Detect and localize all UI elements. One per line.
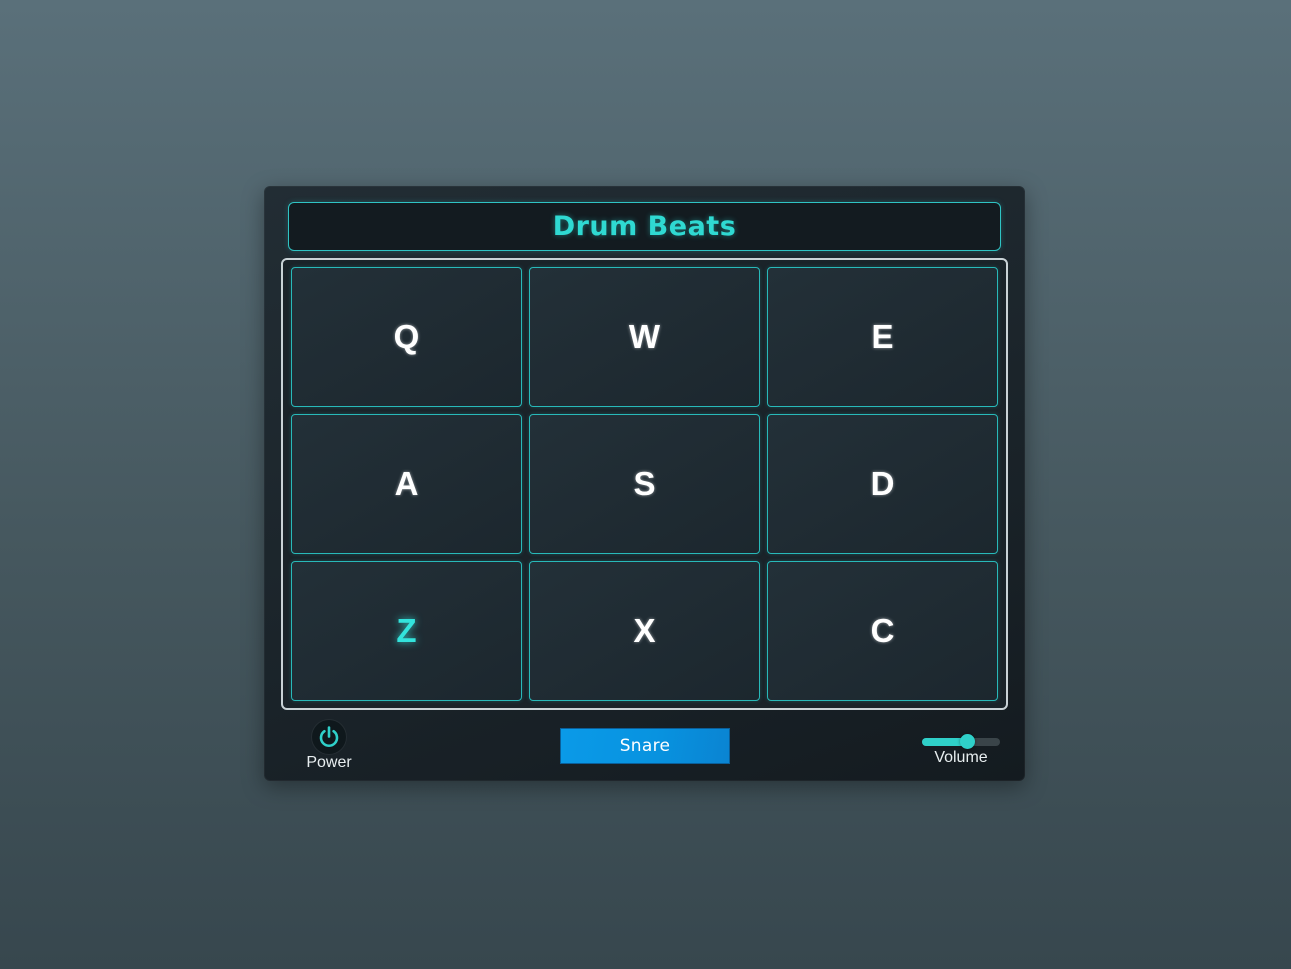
drum-pad-e[interactable]: E bbox=[767, 267, 998, 407]
pad-key-label: D bbox=[870, 465, 895, 502]
pad-key-label: A bbox=[394, 465, 419, 502]
power-icon bbox=[319, 726, 339, 748]
drum-pad-s[interactable]: S bbox=[529, 414, 760, 554]
power-control: Power bbox=[304, 720, 354, 772]
pad-key-label: X bbox=[633, 612, 656, 649]
power-label: Power bbox=[306, 754, 352, 771]
title-bar: Drum Beats bbox=[288, 202, 1001, 251]
control-bar: Power Snare Volume bbox=[264, 716, 1025, 776]
drum-pad-d[interactable]: D bbox=[767, 414, 998, 554]
pad-key-label: Q bbox=[393, 318, 420, 355]
volume-control: Volume bbox=[920, 734, 1002, 767]
volume-label: Volume bbox=[934, 749, 988, 766]
volume-slider[interactable] bbox=[922, 734, 1000, 749]
drum-machine: Drum Beats Q W E A S D Z X C Power Snare bbox=[264, 186, 1025, 781]
pad-key-label: S bbox=[633, 465, 656, 502]
drum-pad-a[interactable]: A bbox=[291, 414, 522, 554]
app-title: Drum Beats bbox=[552, 211, 737, 242]
drum-pad-z[interactable]: Z bbox=[291, 561, 522, 701]
drum-pad-c[interactable]: C bbox=[767, 561, 998, 701]
drum-pad-x[interactable]: X bbox=[529, 561, 760, 701]
sound-name: Snare bbox=[619, 736, 671, 756]
pad-frame: Q W E A S D Z X C bbox=[281, 258, 1008, 710]
power-button[interactable] bbox=[312, 720, 346, 754]
pad-key-label: C bbox=[870, 612, 895, 649]
sound-display: Snare bbox=[560, 728, 730, 764]
pad-key-label: W bbox=[628, 318, 661, 355]
volume-slider-thumb[interactable] bbox=[960, 734, 976, 749]
pad-key-label: E bbox=[871, 318, 894, 355]
drum-pad-w[interactable]: W bbox=[529, 267, 760, 407]
pad-key-label: Z bbox=[396, 612, 417, 649]
pad-grid: Q W E A S D Z X C bbox=[291, 267, 998, 701]
drum-pad-q[interactable]: Q bbox=[291, 267, 522, 407]
